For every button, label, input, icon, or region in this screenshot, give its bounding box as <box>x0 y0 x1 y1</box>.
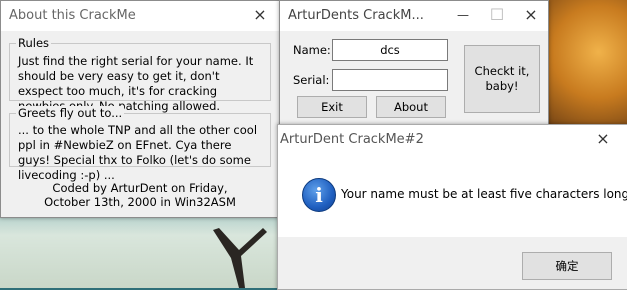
message-box: ArturDent CrackMe#2 × i Your name must b… <box>277 124 627 290</box>
about-title: About this CrackMe <box>9 8 136 23</box>
greets-title: Greets fly out to... <box>16 106 125 120</box>
name-field[interactable]: dcs <box>332 39 448 61</box>
crackme-title: ArturDents CrackM... <box>288 8 424 23</box>
close-icon[interactable]: × <box>243 1 277 31</box>
name-label: Name: <box>293 43 331 57</box>
rules-title: Rules <box>16 36 52 50</box>
minimize-icon[interactable]: — <box>446 1 480 31</box>
serial-label: Serial: <box>293 73 330 87</box>
maximize-icon: ☐ <box>489 5 505 24</box>
greets-groupbox: Greets fly out to... ... to the whole TN… <box>9 106 271 182</box>
about-button[interactable]: About <box>376 96 446 118</box>
about-titlebar: About this CrackMe × <box>1 1 279 31</box>
check-button-line2: baby! <box>485 79 519 93</box>
about-window: About this CrackMe × Rules Just find the… <box>0 0 280 218</box>
serial-field[interactable] <box>332 69 448 91</box>
check-button-line1: Checkt it, <box>474 64 530 78</box>
crackme-window: ArturDents CrackM... — ☐ × Name: dcs Ser… <box>279 0 549 127</box>
greets-text: ... to the whole TNP and all the other c… <box>18 123 258 182</box>
message-text: Your name must be at least five characte… <box>341 187 627 201</box>
info-icon: i <box>302 178 336 212</box>
close-icon[interactable]: × <box>514 1 548 31</box>
rules-groupbox: Rules Just find the right serial for you… <box>9 36 271 113</box>
ok-button[interactable]: 确定 <box>522 252 612 280</box>
background-figure <box>213 228 267 288</box>
coded-by-text: Coded by ArturDent on Friday, October 13… <box>44 181 236 209</box>
crackme-titlebar: ArturDents CrackM... — ☐ × <box>280 1 548 31</box>
exit-button[interactable]: Exit <box>297 96 367 118</box>
message-titlebar: ArturDent CrackMe#2 × <box>278 125 627 155</box>
close-icon[interactable]: × <box>586 125 620 155</box>
rules-text: Just find the right serial for your name… <box>18 54 254 113</box>
message-title: ArturDent CrackMe#2 <box>280 132 424 147</box>
check-it-button[interactable]: Checkt it, baby! <box>464 45 540 113</box>
